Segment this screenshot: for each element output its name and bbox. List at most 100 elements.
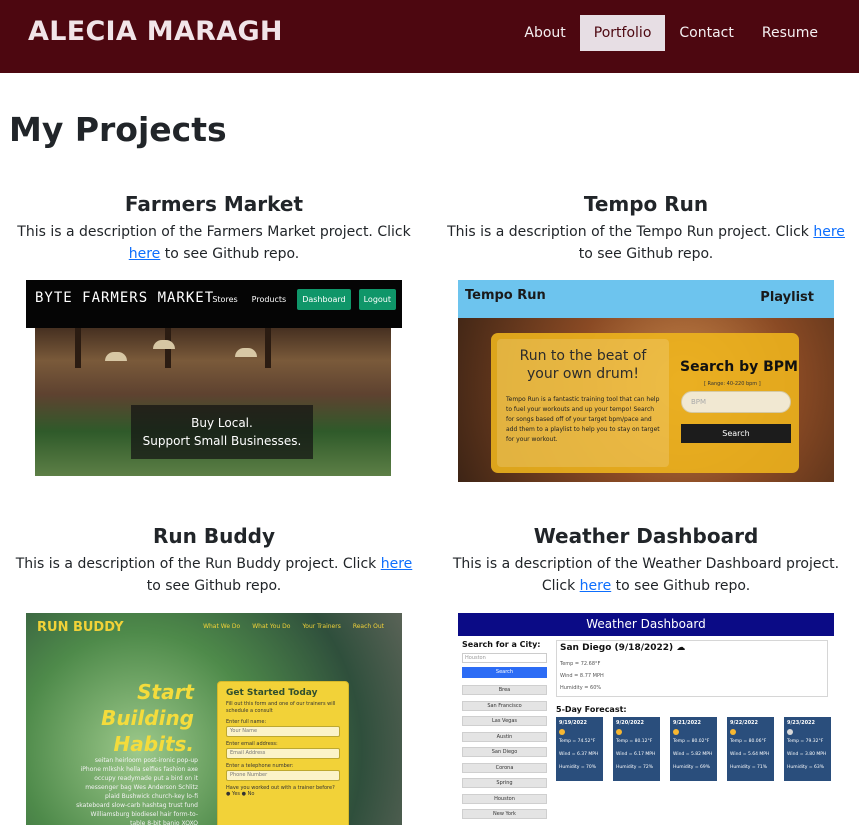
github-link[interactable]: here (580, 578, 612, 594)
form-question-text: Have you worked out with a trainer befor… (226, 785, 335, 791)
radio-label: Yes (231, 791, 241, 797)
screenshot-nav-item: Dashboard (297, 289, 351, 310)
github-link[interactable]: here (813, 224, 845, 240)
screenshot-intro-panel: Run to the beat of your own drum! Tempo … (497, 339, 669, 467)
forecast-wind: Wind = 3.80 MPH (787, 752, 827, 757)
project-screenshot-run-buddy[interactable]: RUN BUDDY What We Do What You Do Your Tr… (26, 613, 402, 825)
forecast-wind: Wind = 6.17 MPH (616, 752, 656, 757)
project-description: This is a description of the Run Buddy p… (8, 553, 420, 597)
forecast-card: 9/23/2022 Temp = 79.32°F Wind = 3.80 MPH… (784, 717, 831, 781)
hero-line: Habits. (113, 732, 194, 756)
forecast-wind: Wind = 5.82 MPH (673, 752, 713, 757)
radio-label: No (247, 791, 255, 797)
history-item: Austin (462, 731, 547, 742)
history-item: Corona (462, 762, 547, 773)
screenshot-headline: Run to the beat of your own drum! (519, 348, 647, 382)
nav-link-resume[interactable]: Resume (748, 15, 832, 51)
current-temp: Temp = 72.68°F (560, 661, 601, 667)
screenshot-hero-text: Start Building Habits. (101, 679, 194, 757)
forecast-temp: Temp = 80.06°F (730, 739, 767, 744)
screenshot-nav-item: What We Do (203, 623, 241, 630)
description-text: This is a description of the Farmers Mar… (17, 224, 411, 240)
forecast-date: 9/23/2022 (787, 720, 816, 726)
screenshot-search-label: Search for a City: (462, 640, 541, 649)
screenshot-signup-form: Get Started Today Fill out this form and… (217, 681, 349, 825)
history-item: Houston (462, 793, 547, 804)
screenshot-range: [ Range: 40-220 bpm ] (704, 381, 761, 387)
project-card-tempo-run: Tempo Run This is a description of the T… (440, 191, 852, 265)
screenshot-search-button: Search (681, 424, 791, 443)
description-text: This is a description of the Run Buddy p… (15, 556, 381, 572)
screenshot-nav-item: Logout (358, 289, 396, 310)
forecast-temp: Temp = 80.02°F (673, 739, 710, 744)
form-subtitle: Fill out this form and one of our traine… (226, 701, 336, 714)
screenshot-nav-item: Products (251, 295, 287, 304)
screenshot-nav-item: What You Do (252, 623, 291, 630)
forecast-humidity: Humidity = 69% (673, 765, 711, 770)
form-input: Phone Number (226, 770, 340, 781)
screenshot-nav-item: Reach Out (352, 623, 384, 630)
forecast-temp: Temp = 80.12°F (616, 739, 653, 744)
github-link[interactable]: here (381, 556, 413, 572)
project-card-farmers-market: Farmers Market This is a description of … (8, 191, 420, 265)
screenshot-current-weather: San Diego (9/18/2022) ☁ Temp = 72.68°F W… (556, 640, 828, 697)
screenshot-card: Run to the beat of your own drum! Tempo … (491, 333, 799, 473)
forecast-card: 9/20/2022 Temp = 80.12°F Wind = 6.17 MPH… (613, 717, 660, 781)
forecast-cards: 9/19/2022 Temp = 74.52°F Wind = 6.37 MPH… (556, 717, 831, 781)
forecast-humidity: Humidity = 70% (559, 765, 597, 770)
forecast-date: 9/19/2022 (559, 720, 588, 726)
forecast-temp: Temp = 79.32°F (787, 739, 824, 744)
nav-link-about[interactable]: About (510, 15, 579, 51)
form-label: Enter full name: (226, 719, 267, 725)
screenshot-navbar: Tempo Run Playlist (458, 280, 834, 318)
form-input: Your Name (226, 726, 340, 737)
history-item: San Diego (462, 747, 547, 757)
screenshot-nav-item: Your Trainers (302, 623, 341, 630)
site-brand[interactable]: ALECIA MARAGH (28, 16, 283, 47)
forecast-date: 9/22/2022 (730, 720, 759, 726)
hero-lamp (235, 348, 257, 357)
project-description: This is a description of the Tempo Run p… (440, 221, 852, 265)
description-text: This is a description of the Tempo Run p… (447, 224, 814, 240)
forecast-humidity: Humidity = 72% (616, 765, 654, 770)
hero-caption-line: Support Small Businesses. (142, 434, 302, 448)
project-card-run-buddy: Run Buddy This is a description of the R… (8, 523, 420, 597)
screenshot-header: Weather Dashboard (458, 613, 834, 636)
history-item: Spring (462, 778, 547, 788)
history-item: Brea (462, 685, 547, 695)
forecast-humidity: Humidity = 63% (787, 765, 825, 770)
screenshot-nav-item: Playlist (760, 290, 814, 305)
history-item: San Francisco (462, 700, 547, 711)
nav-link-contact[interactable]: Contact (665, 15, 747, 51)
screenshot-history-list: Brea San Francisco Las Vegas Austin San … (462, 685, 547, 825)
project-screenshot-weather-dashboard[interactable]: Weather Dashboard Search for a City: Hou… (458, 613, 834, 825)
forecast-wind: Wind = 6.37 MPH (559, 752, 599, 757)
form-input: Email Address (226, 748, 340, 759)
description-text: to see Github repo. (160, 246, 300, 262)
form-question: Have you worked out with a trainer befor… (226, 785, 335, 797)
sun-icon (559, 729, 565, 735)
github-link[interactable]: here (129, 246, 161, 262)
form-label: Enter email address: (226, 741, 278, 747)
hero-lamp (105, 352, 127, 361)
project-title: Tempo Run (583, 192, 709, 216)
forecast-title: 5-Day Forecast: (556, 705, 627, 714)
project-title: Farmers Market (124, 192, 304, 216)
project-screenshot-tempo-run[interactable]: Tempo Run Playlist Run to the beat of yo… (458, 280, 834, 482)
hero-caption: Buy Local. Support Small Businesses. (131, 405, 313, 459)
project-title: Run Buddy (153, 524, 275, 548)
screenshot-city-input: Houston (462, 653, 547, 663)
history-item: Las Vegas (462, 716, 547, 726)
screenshot-search-title: Search by BPM (680, 359, 798, 375)
description-text: to see Github repo. (578, 246, 714, 262)
hero-beam (75, 328, 81, 368)
forecast-card: 9/19/2022 Temp = 74.52°F Wind = 6.37 MPH… (556, 717, 603, 781)
project-screenshot-farmers-market[interactable]: BYTE FARMERS MARKET Stores Products Dash… (26, 280, 402, 478)
project-description: This is a description of the Farmers Mar… (8, 221, 420, 265)
description-text: to see Github repo. (611, 578, 751, 594)
navbar: ALECIA MARAGH About Portfolio Contact Re… (0, 0, 859, 73)
sun-icon (616, 729, 622, 735)
form-label: Enter a telephone number: (226, 763, 294, 769)
nav-link-portfolio[interactable]: Portfolio (579, 15, 666, 51)
screenshot-hero-image: Run to the beat of your own drum! Tempo … (458, 318, 834, 482)
